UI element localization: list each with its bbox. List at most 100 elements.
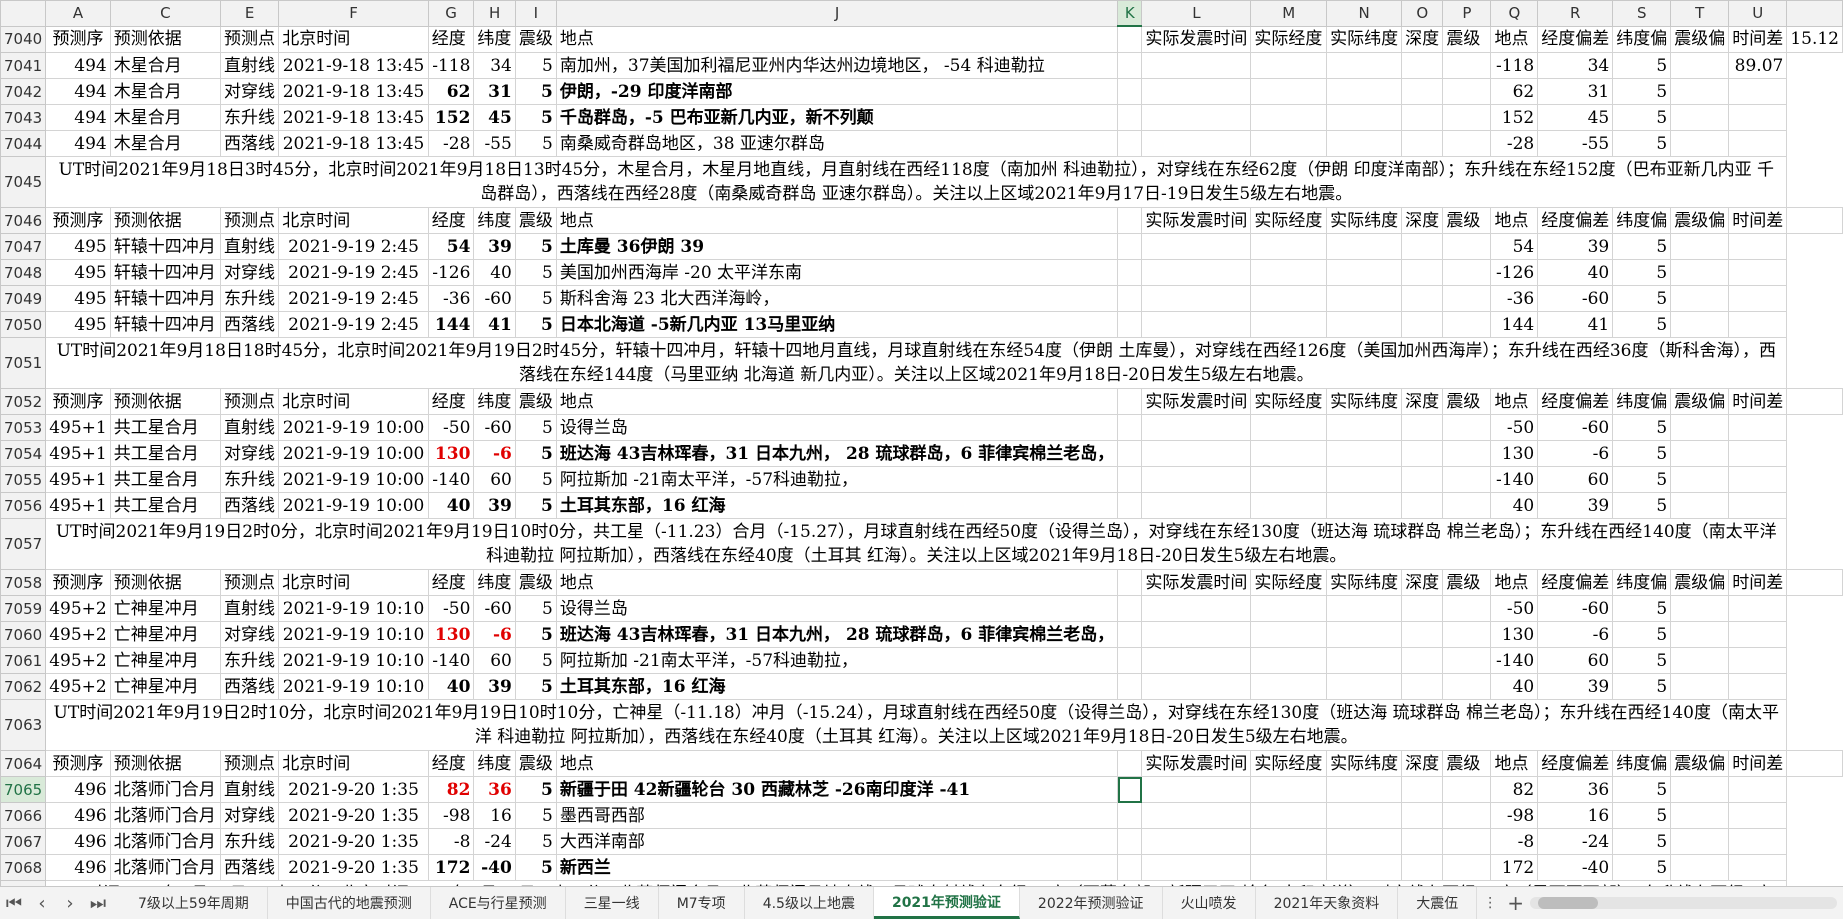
- actual-place-cell[interactable]: [1442, 130, 1492, 157]
- lat-cell[interactable]: -60: [473, 595, 516, 622]
- lon-cell[interactable]: 172: [427, 854, 475, 881]
- column-header[interactable]: N: [1326, 0, 1403, 27]
- mag-cell[interactable]: 5: [514, 621, 557, 648]
- header-cell[interactable]: 纬度: [473, 388, 516, 415]
- seq-cell[interactable]: 494: [45, 52, 111, 79]
- depth-cell[interactable]: [1326, 104, 1403, 131]
- actual-mag-cell[interactable]: [1401, 854, 1444, 881]
- spreadsheet-grid[interactable]: ACEFGHIJKLMNOPQRSTU 7040 预测序 预测依据 预测点 北京时间 经度…: [0, 0, 1843, 886]
- row-number[interactable]: 7058: [0, 569, 47, 596]
- lat-dev-cell[interactable]: 45: [1537, 104, 1614, 131]
- actual-mag-cell[interactable]: [1401, 52, 1444, 79]
- header-cell[interactable]: 震级偏: [1670, 569, 1730, 596]
- time-diff-cell[interactable]: [1670, 673, 1730, 700]
- cell[interactable]: [1728, 776, 1788, 803]
- time-cell[interactable]: 2021-9-19 2:45: [278, 285, 429, 312]
- place-cell[interactable]: 南桑威奇群岛地区，38 亚速尔群岛: [555, 130, 1119, 157]
- time-cell[interactable]: 2021-9-20 1:35: [278, 828, 429, 855]
- actual-time-cell[interactable]: [1117, 802, 1143, 829]
- lon-cell[interactable]: -28: [427, 130, 475, 157]
- lon-dev-cell[interactable]: -140: [1490, 647, 1539, 674]
- lat-cell[interactable]: 60: [473, 647, 516, 674]
- header-cell[interactable]: 实际纬度: [1326, 750, 1403, 777]
- cell[interactable]: [1786, 750, 1843, 777]
- mag-cell[interactable]: 5: [514, 492, 557, 519]
- actual-time-cell[interactable]: [1117, 130, 1143, 157]
- lon-dev-cell[interactable]: -8: [1490, 828, 1539, 855]
- corner-cell[interactable]: [0, 0, 47, 27]
- row-number[interactable]: 7062: [0, 673, 47, 700]
- header-cell[interactable]: 预测依据: [109, 750, 221, 777]
- depth-cell[interactable]: [1326, 52, 1403, 79]
- actual-lon-cell[interactable]: [1141, 647, 1252, 674]
- header-cell[interactable]: 预测依据: [109, 25, 221, 53]
- depth-cell[interactable]: [1326, 647, 1403, 674]
- time-cell[interactable]: 2021-9-19 2:45: [278, 311, 429, 338]
- point-cell[interactable]: 对穿线: [219, 259, 280, 286]
- lon-cell[interactable]: 40: [427, 492, 475, 519]
- lon-dev-cell[interactable]: 144: [1490, 311, 1539, 338]
- point-cell[interactable]: 西落线: [219, 673, 280, 700]
- time-cell[interactable]: 2021-9-19 2:45: [278, 233, 429, 260]
- point-cell[interactable]: 西落线: [219, 311, 280, 338]
- cell[interactable]: [1728, 104, 1788, 131]
- header-cell[interactable]: 震级偏: [1670, 207, 1730, 234]
- basis-cell[interactable]: 轩辕十四冲月: [109, 285, 221, 312]
- mag-dev-cell[interactable]: 5: [1612, 285, 1672, 312]
- place-cell[interactable]: 日本北海道 -5新几内亚 13马里亚纳: [555, 311, 1119, 338]
- header-cell[interactable]: 震级: [514, 750, 557, 777]
- mag-cell[interactable]: 5: [514, 259, 557, 286]
- cell[interactable]: [1728, 828, 1788, 855]
- mag-dev-cell[interactable]: 5: [1612, 52, 1672, 79]
- time-cell[interactable]: 2021-9-19 10:10: [278, 673, 429, 700]
- seq-cell[interactable]: 494: [45, 104, 111, 131]
- seq-cell[interactable]: 496: [45, 802, 111, 829]
- lat-cell[interactable]: 39: [473, 492, 516, 519]
- note-cell[interactable]: UT时间2021年9月19日2时0分，北京时间2021年9月19日10时0分，共…: [45, 518, 1788, 570]
- point-cell[interactable]: 直射线: [219, 233, 280, 260]
- cell[interactable]: [1117, 388, 1143, 415]
- lon-cell[interactable]: -118: [427, 52, 475, 79]
- seq-cell[interactable]: 495: [45, 311, 111, 338]
- actual-lat-cell[interactable]: [1250, 130, 1328, 157]
- column-header[interactable]: A: [45, 0, 111, 27]
- actual-mag-cell[interactable]: [1401, 828, 1444, 855]
- lon-cell[interactable]: 54: [427, 233, 475, 260]
- lon-dev-cell[interactable]: 40: [1490, 673, 1539, 700]
- depth-cell[interactable]: [1326, 673, 1403, 700]
- seq-cell[interactable]: 495+1: [45, 440, 111, 467]
- lat-dev-cell[interactable]: 36: [1537, 776, 1614, 803]
- lat-cell[interactable]: -40: [473, 854, 516, 881]
- actual-lat-cell[interactable]: [1250, 52, 1328, 79]
- seq-cell[interactable]: 495+2: [45, 595, 111, 622]
- row-number[interactable]: 7047: [0, 233, 47, 260]
- lon-cell[interactable]: -50: [427, 595, 475, 622]
- point-cell[interactable]: 西落线: [219, 492, 280, 519]
- header-cell[interactable]: 实际纬度: [1326, 207, 1403, 234]
- seq-cell[interactable]: 495+1: [45, 466, 111, 493]
- actual-mag-cell[interactable]: [1401, 492, 1444, 519]
- cell[interactable]: [1786, 207, 1843, 234]
- mag-dev-cell[interactable]: 5: [1612, 414, 1672, 441]
- actual-place-cell[interactable]: [1442, 52, 1492, 79]
- actual-lat-cell[interactable]: [1250, 802, 1328, 829]
- basis-cell[interactable]: 木星合月: [109, 52, 221, 79]
- column-header[interactable]: J: [555, 0, 1119, 27]
- column-header[interactable]: O: [1401, 0, 1444, 27]
- actual-place-cell[interactable]: [1442, 776, 1492, 803]
- depth-cell[interactable]: [1326, 854, 1403, 881]
- header-cell[interactable]: 纬度: [473, 569, 516, 596]
- header-cell[interactable]: 实际经度: [1250, 388, 1328, 415]
- lat-dev-cell[interactable]: -24: [1537, 828, 1614, 855]
- time-cell[interactable]: 2021-9-19 10:10: [278, 595, 429, 622]
- header-cell[interactable]: 震级: [1442, 750, 1492, 777]
- place-cell[interactable]: 土耳其东部，16 红海: [555, 492, 1119, 519]
- actual-place-cell[interactable]: [1442, 673, 1492, 700]
- basis-cell[interactable]: 北落师门合月: [109, 802, 221, 829]
- mag-dev-cell[interactable]: 5: [1612, 130, 1672, 157]
- column-header[interactable]: Q: [1490, 0, 1539, 27]
- time-cell[interactable]: 2021-9-19 10:00: [278, 414, 429, 441]
- actual-place-cell[interactable]: [1442, 259, 1492, 286]
- actual-lon-cell[interactable]: [1141, 414, 1252, 441]
- actual-place-cell[interactable]: [1442, 621, 1492, 648]
